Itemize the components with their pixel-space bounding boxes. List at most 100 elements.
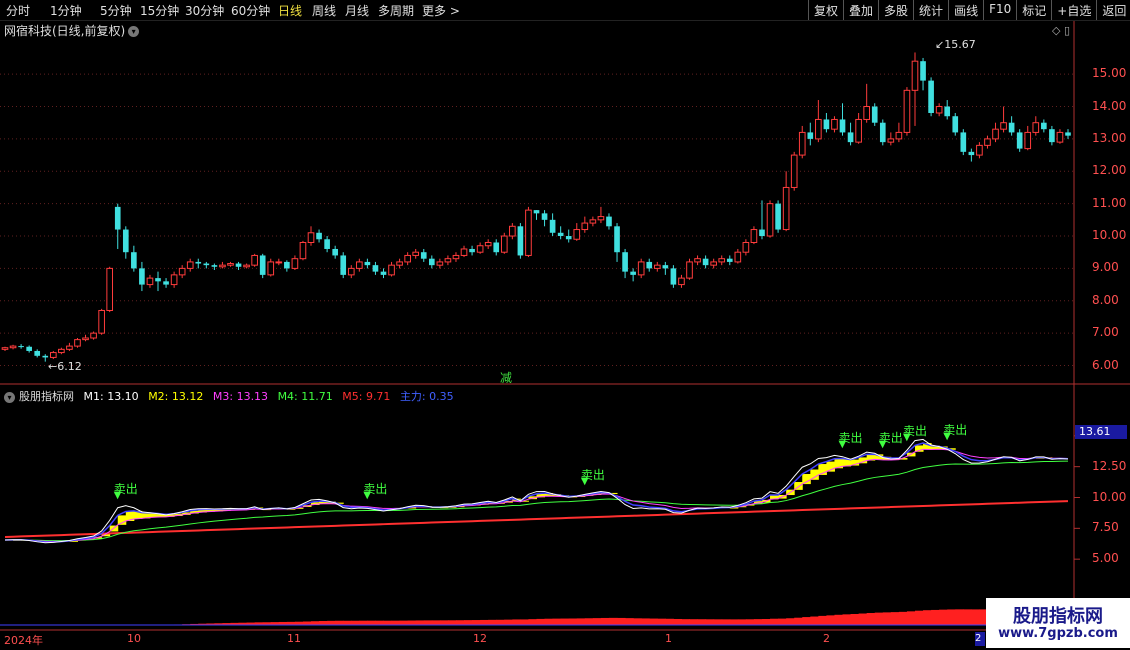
candle-body <box>718 258 726 263</box>
tab-1min[interactable]: 1分钟 <box>50 2 82 19</box>
candle-body <box>275 261 283 264</box>
volume-bar <box>351 620 360 625</box>
volume-bar <box>552 618 562 625</box>
indicator-band <box>560 495 570 497</box>
back-button[interactable]: 返回 <box>1096 0 1130 20</box>
volume-bar <box>761 619 771 625</box>
indicator-band <box>117 515 127 525</box>
candle-body <box>388 264 395 276</box>
volume-bar <box>649 618 658 625</box>
panel-icon[interactable]: ▯ <box>1064 24 1070 37</box>
tab-more[interactable]: 更多 > <box>422 2 460 19</box>
candle-body <box>49 352 57 358</box>
down-arrow-icon: ▼ <box>580 476 589 488</box>
volume-bar <box>206 623 215 625</box>
indicator-band <box>914 445 924 452</box>
candle-body <box>1016 132 1023 149</box>
price-tick-label: 13.00 <box>1092 130 1127 145</box>
indicator-band <box>407 507 417 509</box>
volume-bar <box>472 620 481 625</box>
multi-stock-button[interactable]: 多股 <box>878 0 913 20</box>
volume-bar <box>802 617 811 625</box>
indicator-band <box>810 469 819 480</box>
stock-title: 网宿科技(日线,前复权) <box>4 24 126 38</box>
tab-60min[interactable]: 60分钟 <box>231 2 270 19</box>
volume-bar <box>753 619 763 625</box>
cursor-date-tag: 2 <box>975 632 985 646</box>
volume-bar <box>914 610 924 625</box>
tab-monthly[interactable]: 月线 <box>345 2 369 19</box>
chevron-down-icon[interactable]: ▾ <box>128 26 140 37</box>
candle-body <box>58 348 65 354</box>
indicator-band <box>149 512 159 518</box>
candle-body <box>968 151 975 156</box>
draw-line-button[interactable]: 画线 <box>948 0 983 20</box>
tab-30min[interactable]: 30分钟 <box>185 2 224 19</box>
candle-body <box>823 119 830 130</box>
volume-bar <box>939 609 948 625</box>
m1-value: M1: 13.10 <box>83 390 139 403</box>
period-toolbar: 分时 1分钟 5分钟 15分钟 30分钟 60分钟 日线 周线 月线 多周期 更… <box>0 0 1130 21</box>
volume-bar <box>302 621 312 625</box>
tab-fenshi[interactable]: 分时 <box>6 2 30 19</box>
add-watchlist-button[interactable]: +自选 <box>1051 0 1096 20</box>
tab-multi-period[interactable]: 多周期 <box>378 2 414 19</box>
f10-button[interactable]: F10 <box>983 0 1016 20</box>
overlay-button[interactable]: 叠加 <box>843 0 878 20</box>
candle-body <box>460 248 468 256</box>
candle-body <box>952 116 959 133</box>
candle-body <box>525 209 532 256</box>
restore-right-button[interactable]: 复权 <box>808 0 843 20</box>
volume-bar <box>439 620 449 625</box>
volume-bar <box>182 624 191 625</box>
volume-bar <box>262 622 272 625</box>
mark-button[interactable]: 标记 <box>1016 0 1051 20</box>
indicator-band <box>447 506 457 508</box>
volume-bar <box>721 619 731 625</box>
volume-bar <box>488 619 497 625</box>
candle-body <box>976 144 983 156</box>
indicator-band <box>850 459 860 466</box>
candle-body <box>863 106 870 120</box>
candle-body <box>493 242 500 253</box>
indicator-band <box>939 446 948 450</box>
tab-15min[interactable]: 15分钟 <box>140 2 179 19</box>
volume-bar <box>343 620 352 625</box>
m4-value: M4: 11.71 <box>277 390 333 403</box>
candle-body <box>1024 131 1032 150</box>
volume-bar <box>198 623 207 625</box>
candle-body <box>98 309 105 334</box>
volume-bar <box>174 624 183 625</box>
right-toolbar: 复权 叠加 多股 统计 画线 F10 标记 +自选 返回 <box>808 0 1130 20</box>
indicator-band <box>455 506 465 508</box>
indicator-band <box>133 510 143 519</box>
indicator-band <box>923 443 932 450</box>
tab-daily[interactable]: 日线 <box>278 2 302 19</box>
candle-body <box>992 128 999 140</box>
candle-body <box>678 277 685 286</box>
volume-bar <box>874 612 884 625</box>
candle-body <box>1008 122 1015 133</box>
indicator-band <box>141 512 151 519</box>
indicator-band <box>423 506 433 508</box>
candle-body <box>1041 122 1047 130</box>
candle-body <box>476 245 484 253</box>
candle-body <box>533 210 540 214</box>
volume-bar <box>625 618 634 625</box>
corner-icons: ◇ ▯ <box>1052 24 1070 37</box>
diamond-icon[interactable]: ◇ <box>1052 24 1060 37</box>
volume-bar <box>826 615 835 625</box>
candle-body <box>203 263 210 266</box>
candle-body <box>815 118 822 140</box>
indicator-band <box>464 504 473 506</box>
statistics-button[interactable]: 统计 <box>913 0 948 20</box>
high-price-label: ↙15.67 <box>935 38 976 51</box>
chevron-down-icon[interactable]: ▾ <box>4 391 15 403</box>
down-arrow-icon: ▼ <box>363 490 372 502</box>
tab-weekly[interactable]: 周线 <box>312 2 336 19</box>
volume-bar <box>238 622 248 625</box>
volume-bar <box>254 622 264 625</box>
tab-5min[interactable]: 5分钟 <box>100 2 132 19</box>
indicator-band <box>488 502 497 504</box>
volume-bar <box>810 616 819 625</box>
